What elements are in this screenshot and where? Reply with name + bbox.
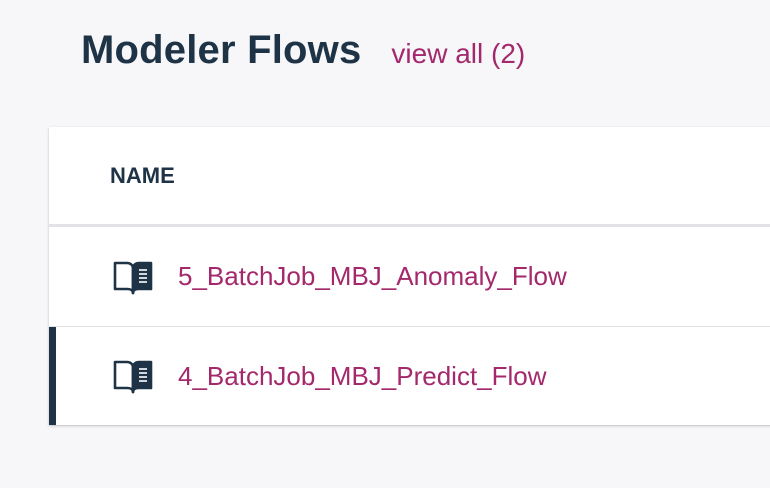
table-row[interactable]: 4_BatchJob_MBJ_Predict_Flow [49,326,770,425]
modeler-flow-icon [112,257,154,297]
section-title: Modeler Flows [81,28,362,72]
modeler-flow-icon [112,356,154,396]
flows-table: NAME 5_BatchJob_MBJ_Anomaly_Flow 4_Batch… [49,127,770,425]
table-row[interactable]: 5_BatchJob_MBJ_Anomaly_Flow [49,227,770,326]
table-header: NAME [49,127,770,227]
section-header: Modeler Flows view all (2) [81,28,525,73]
modeler-flows-page: Modeler Flows view all (2) NAME 5_BatchJ… [0,0,770,488]
column-header-name[interactable]: NAME [110,163,175,189]
flow-name-link[interactable]: 5_BatchJob_MBJ_Anomaly_Flow [178,261,567,292]
view-all-link[interactable]: view all (2) [391,38,525,70]
flow-name-link[interactable]: 4_BatchJob_MBJ_Predict_Flow [178,361,547,392]
